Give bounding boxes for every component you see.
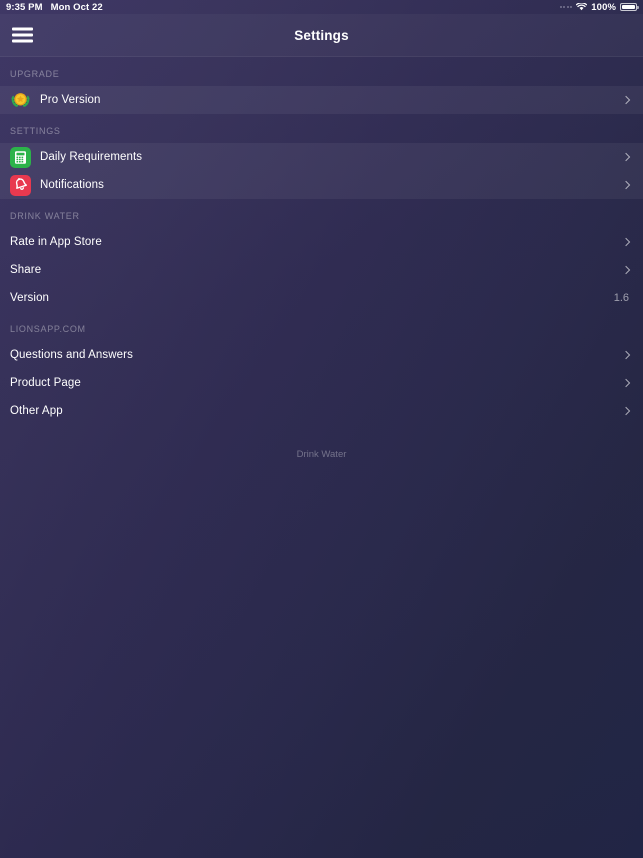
row-label: Questions and Answers: [10, 349, 133, 361]
section-group-lionsapp: Questions and Answers Product Page Other…: [0, 341, 643, 425]
row-other-app[interactable]: Other App: [0, 397, 643, 425]
battery-percent-label: 100%: [591, 1, 616, 13]
section-header-settings: SETTINGS: [10, 126, 61, 136]
app-name-footer: Drink Water: [296, 449, 347, 460]
row-label: Notifications: [40, 179, 104, 191]
row-rate-in-app-store[interactable]: Rate in App Store: [0, 228, 643, 256]
status-time: 9:35 PM: [6, 1, 43, 13]
wifi-icon: [576, 3, 588, 11]
row-label: Version: [10, 292, 50, 304]
settings-list: UPGRADE Pro Version SETTINGS Daily Requi…: [0, 57, 643, 460]
row-label: Other App: [10, 405, 63, 417]
row-label: Daily Requirements: [40, 151, 143, 163]
section-header-upgrade: UPGRADE: [10, 69, 60, 79]
status-right-cluster: 100%: [559, 1, 639, 13]
row-label: Pro Version: [40, 94, 101, 106]
section-header-drink-water: DRINK WATER: [10, 211, 80, 221]
settings-screen: 9:35 PM Mon Oct 22 100% Settings UPGRADE: [0, 0, 643, 858]
status-date: Mon Oct 22: [50, 1, 103, 13]
row-product-page[interactable]: Product Page: [0, 369, 643, 397]
section-group-drink-water: Rate in App Store Share Version 1.6: [0, 228, 643, 312]
medal-laurel-icon: [10, 90, 31, 111]
chevron-right-icon: [621, 406, 631, 416]
row-label: Share: [10, 264, 42, 276]
signal-dots-icon: [559, 6, 573, 8]
status-bar: 9:35 PM Mon Oct 22 100%: [0, 0, 643, 14]
chevron-right-icon: [621, 237, 631, 247]
chevron-right-icon: [621, 95, 631, 105]
calculator-icon: [10, 146, 31, 168]
row-notifications[interactable]: Notifications: [0, 171, 643, 199]
row-label: Product Page: [10, 377, 81, 389]
section-group-upgrade: Pro Version: [0, 86, 643, 114]
row-share[interactable]: Share: [0, 256, 643, 284]
row-questions-and-answers[interactable]: Questions and Answers: [0, 341, 643, 369]
page-title: Settings: [294, 27, 349, 43]
hamburger-menu-icon[interactable]: [12, 27, 33, 43]
chevron-right-icon: [621, 378, 631, 388]
section-header-lionsapp: LIONSAPP.COM: [10, 324, 86, 334]
navigation-bar: Settings: [0, 14, 643, 57]
bell-icon: [10, 174, 31, 196]
row-daily-requirements[interactable]: Daily Requirements: [0, 143, 643, 171]
battery-full-icon: [620, 3, 639, 11]
chevron-right-icon: [621, 265, 631, 275]
chevron-right-icon: [621, 152, 631, 162]
section-group-settings: Daily Requirements Notifications: [0, 143, 643, 199]
version-value: 1.6: [613, 292, 629, 304]
chevron-right-icon: [621, 180, 631, 190]
chevron-right-icon: [621, 350, 631, 360]
row-label: Rate in App Store: [10, 236, 102, 248]
row-version: Version 1.6: [0, 284, 643, 312]
row-pro-version[interactable]: Pro Version: [0, 86, 643, 114]
